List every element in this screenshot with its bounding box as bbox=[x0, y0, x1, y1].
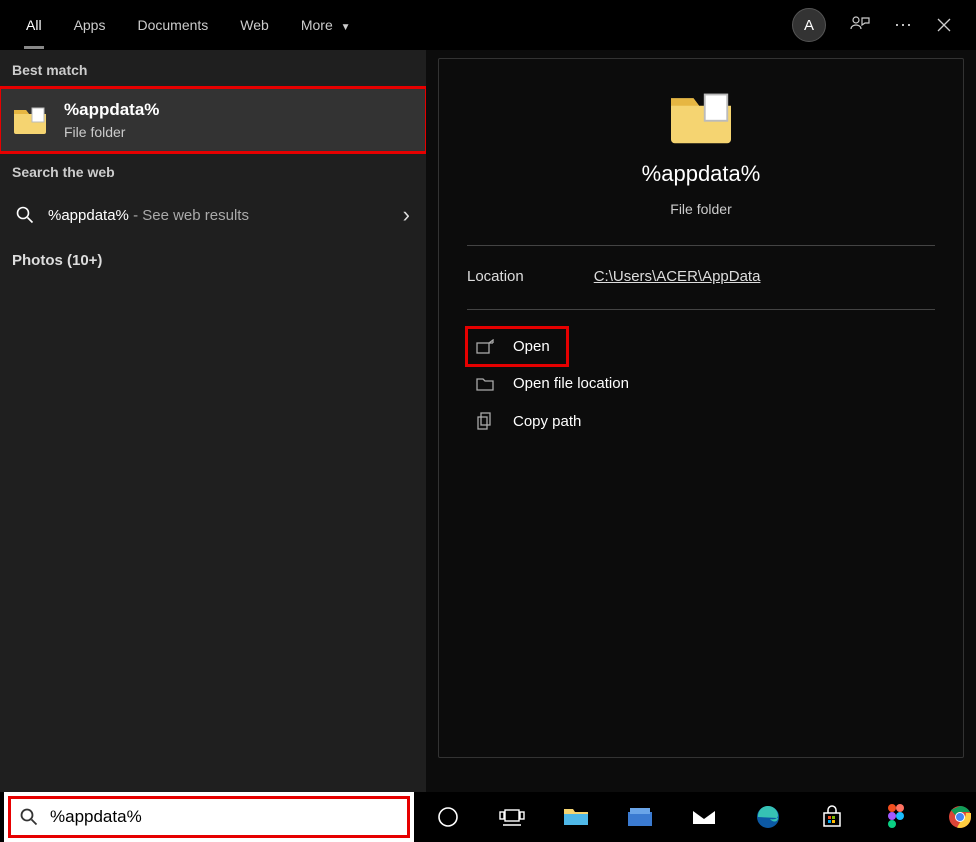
preview-panel: %appdata% File folder Location C:\Users\… bbox=[438, 58, 964, 758]
results-column: Best match %appdata% File folder Search … bbox=[0, 50, 426, 792]
divider bbox=[467, 245, 935, 246]
photos-section[interactable]: Photos (10+) bbox=[0, 240, 426, 281]
best-match-text: %appdata% File folder bbox=[64, 100, 159, 140]
search-icon bbox=[16, 206, 34, 224]
tab-documents[interactable]: Documents bbox=[121, 5, 224, 45]
action-copy-path[interactable]: Copy path bbox=[467, 402, 935, 440]
chrome-icon[interactable] bbox=[944, 801, 976, 833]
taskbar: %appdata% bbox=[0, 792, 976, 842]
best-match-subtitle: File folder bbox=[64, 124, 159, 140]
app-icon[interactable] bbox=[624, 801, 656, 833]
taskbar-tray bbox=[414, 792, 976, 842]
tab-apps[interactable]: Apps bbox=[58, 5, 122, 45]
preview-title: %appdata% bbox=[642, 161, 761, 187]
feedback-icon[interactable] bbox=[850, 15, 870, 35]
chevron-down-icon: ▼ bbox=[341, 22, 351, 33]
web-search-result[interactable]: %appdata% - See web results › bbox=[0, 190, 426, 240]
taskbar-search-box[interactable]: %appdata% bbox=[4, 792, 414, 842]
tab-all[interactable]: All bbox=[10, 5, 58, 45]
tab-web[interactable]: Web bbox=[224, 5, 285, 45]
task-view-icon[interactable] bbox=[496, 801, 528, 833]
location-label: Location bbox=[467, 268, 524, 285]
action-open-label: Open bbox=[513, 338, 550, 355]
cortana-icon[interactable] bbox=[432, 801, 464, 833]
location-row: Location C:\Users\ACER\AppData bbox=[467, 264, 935, 299]
store-icon[interactable] bbox=[816, 801, 848, 833]
edge-icon[interactable] bbox=[752, 801, 784, 833]
main-area: Best match %appdata% File folder Search … bbox=[0, 50, 976, 792]
action-open-file-location-label: Open file location bbox=[513, 375, 629, 392]
header-right: A ⋯ bbox=[792, 8, 966, 42]
search-web-label: Search the web bbox=[0, 152, 426, 190]
web-suffix: - See web results bbox=[129, 207, 249, 224]
tab-more-label: More bbox=[301, 17, 333, 33]
best-match-label: Best match bbox=[0, 50, 426, 88]
best-match-result[interactable]: %appdata% File folder bbox=[0, 88, 426, 152]
search-header: All Apps Documents Web More ▼ A ⋯ bbox=[0, 0, 976, 50]
action-open-file-location[interactable]: Open file location bbox=[467, 365, 935, 402]
file-explorer-icon[interactable] bbox=[560, 801, 592, 833]
preview-column: %appdata% File folder Location C:\Users\… bbox=[426, 50, 976, 792]
best-match-title: %appdata% bbox=[64, 100, 159, 120]
tab-more[interactable]: More ▼ bbox=[285, 5, 367, 45]
taskbar-search-value: %appdata% bbox=[50, 807, 142, 827]
filter-tabs: All Apps Documents Web More ▼ bbox=[10, 5, 367, 45]
preview-header: %appdata% File folder bbox=[467, 87, 935, 235]
web-query: %appdata% bbox=[48, 207, 129, 224]
action-copy-path-label: Copy path bbox=[513, 413, 581, 430]
close-icon[interactable] bbox=[936, 17, 952, 33]
mail-icon[interactable] bbox=[688, 801, 720, 833]
open-icon bbox=[475, 339, 495, 355]
copy-icon bbox=[475, 412, 495, 430]
location-path[interactable]: C:\Users\ACER\AppData bbox=[594, 268, 761, 285]
preview-folder-icon bbox=[667, 87, 735, 147]
action-open[interactable]: Open bbox=[467, 328, 567, 365]
folder-icon bbox=[12, 104, 48, 136]
divider bbox=[467, 309, 935, 310]
more-options-icon[interactable]: ⋯ bbox=[894, 15, 912, 36]
chevron-right-icon: › bbox=[403, 202, 410, 228]
preview-subtitle: File folder bbox=[670, 201, 731, 217]
folder-outline-icon bbox=[475, 376, 495, 392]
web-search-text: %appdata% - See web results bbox=[48, 207, 249, 224]
user-avatar[interactable]: A bbox=[792, 8, 826, 42]
search-icon bbox=[20, 808, 38, 826]
figma-icon[interactable] bbox=[880, 801, 912, 833]
